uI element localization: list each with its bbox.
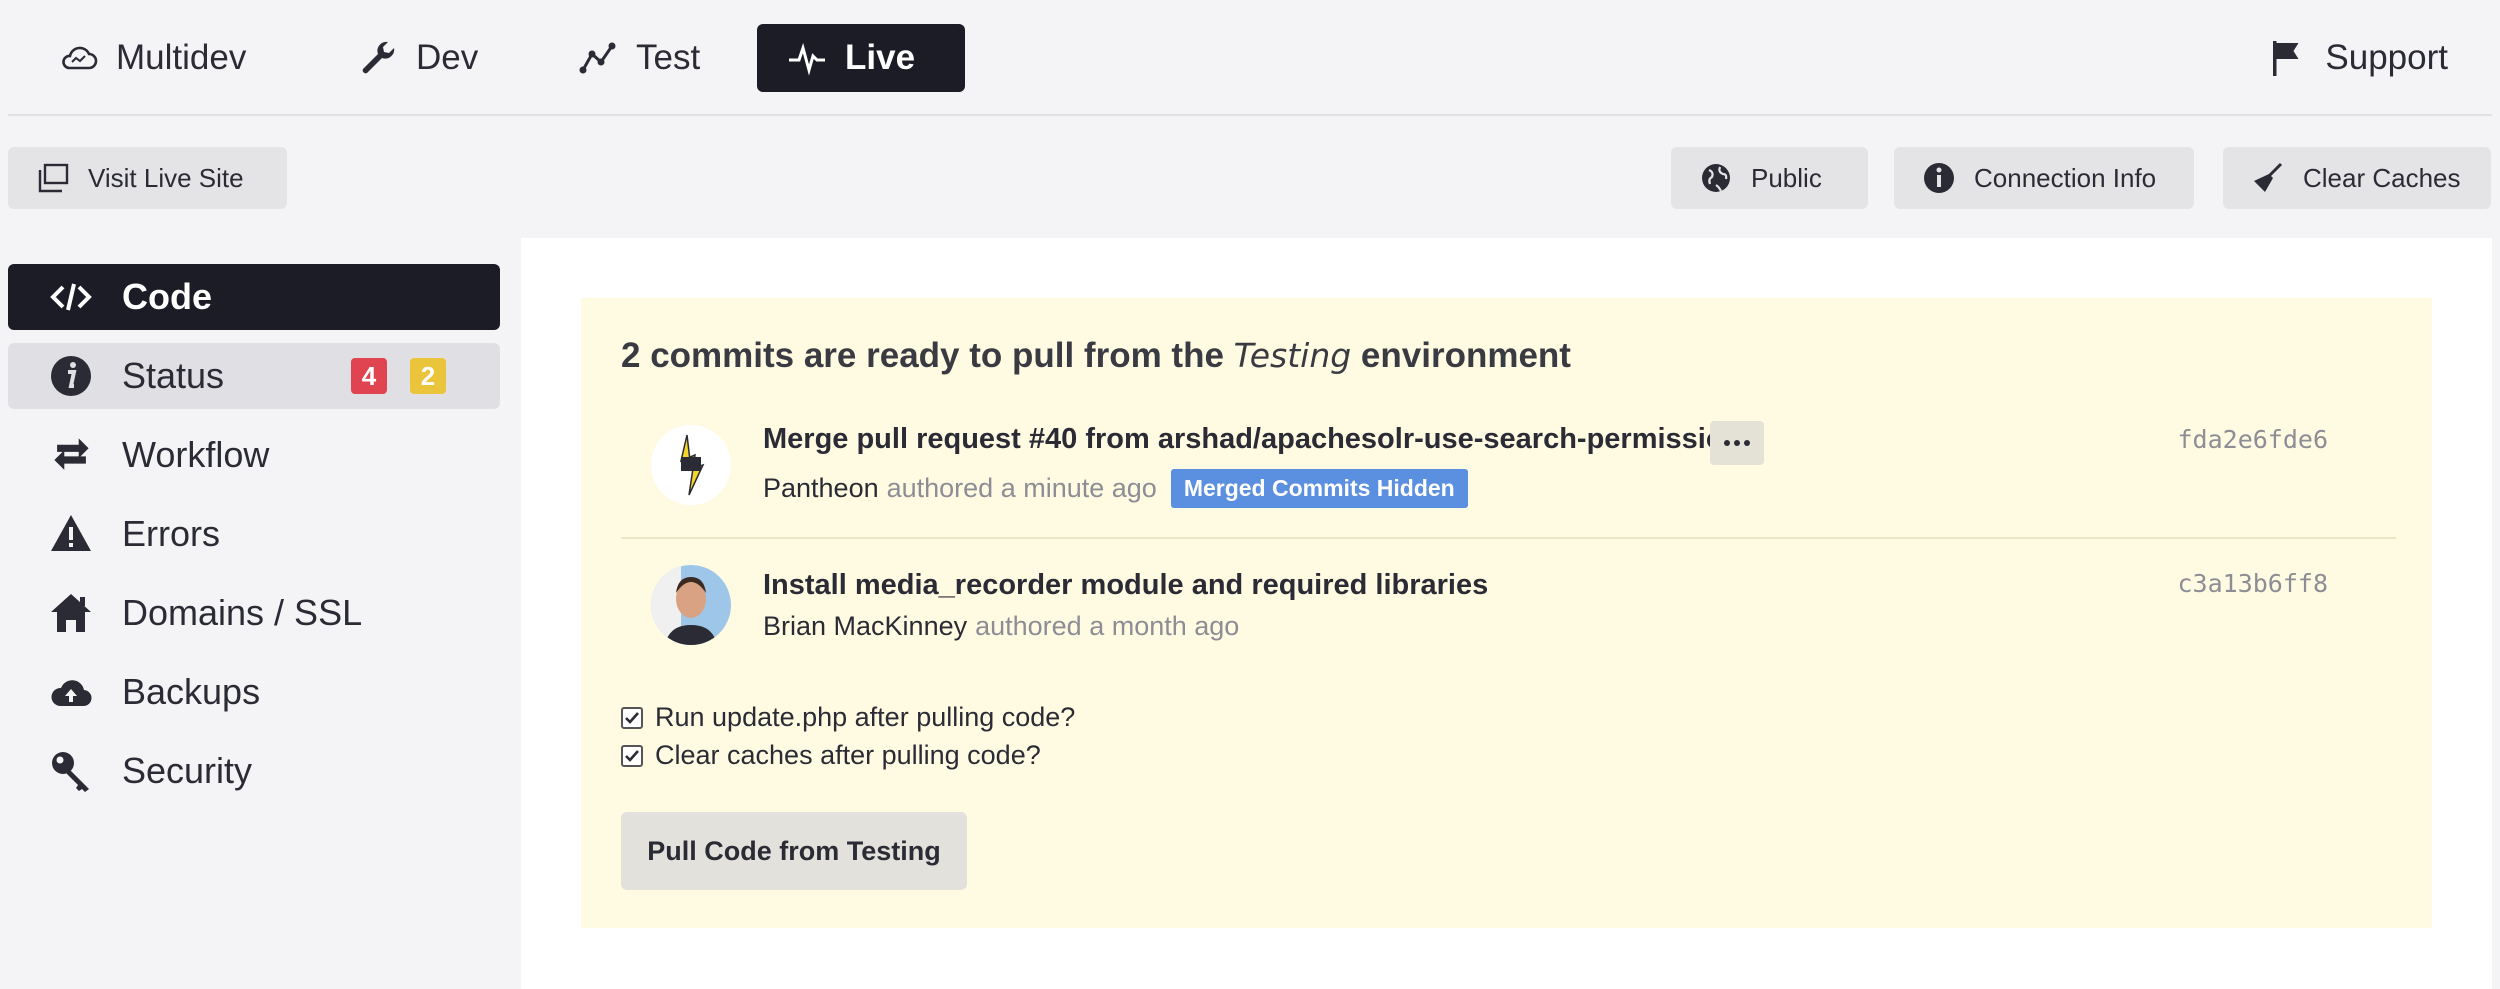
connection-info-button[interactable]: Connection Info <box>1894 147 2194 209</box>
more-options-button[interactable] <box>1710 421 1764 465</box>
run-update-php-label: Run update.php after pulling code? <box>655 702 1076 732</box>
sidebar-item-label: Security <box>122 750 253 791</box>
globe-icon <box>1702 164 1730 192</box>
public-button[interactable]: Public <box>1671 147 1868 209</box>
sidebar-item-label: Errors <box>122 513 220 554</box>
tab-live[interactable]: Live <box>757 24 965 92</box>
author-avatar <box>651 565 731 645</box>
pull-code-button[interactable]: Pull Code from Testing <box>621 812 967 890</box>
tab-test-label: Test <box>636 38 701 77</box>
pull-commits-notice: 2 commits are ready to pull from the Tes… <box>581 298 2432 928</box>
environment-name: Testing <box>1233 336 1352 375</box>
commit-author: Brian MacKinney <box>763 611 968 641</box>
commit-hash[interactable]: c3a13b6ff8 <box>2177 569 2328 598</box>
sidebar-item-workflow[interactable]: Workflow <box>8 422 500 488</box>
clear-caches-label: Clear caches after pulling code? <box>655 740 1041 770</box>
warning-count-badge: 2 <box>410 358 446 394</box>
line-graph-icon <box>579 42 616 74</box>
sidebar-item-label: Workflow <box>122 434 270 475</box>
commit-row: Install media_recorder module and requir… <box>621 555 2396 675</box>
heartbeat-icon <box>789 42 825 76</box>
tab-dev-label: Dev <box>416 38 479 77</box>
tab-dev[interactable]: Dev <box>328 24 508 92</box>
sidebar-item-status[interactable]: Status 4 2 <box>8 343 500 409</box>
support-link[interactable]: Support <box>2237 24 2478 92</box>
commit-meta: Pantheon authored a minute ago Merged Co… <box>763 469 1468 508</box>
commit-time: authored a minute ago <box>886 473 1157 503</box>
sidebar-item-label: Status <box>122 355 225 396</box>
sidebar-item-label: Backups <box>122 671 261 712</box>
error-count-badge: 4 <box>351 358 387 394</box>
warning-icon <box>48 511 94 557</box>
connection-info-label: Connection Info <box>1974 162 2157 193</box>
home-icon <box>48 590 94 636</box>
commit-author: Pantheon <box>763 473 879 503</box>
environment-tab-bar: Multidev Dev Test Live Support <box>8 0 2492 116</box>
commit-meta: Brian MacKinney authored a month ago <box>763 611 1239 642</box>
sidebar-item-label: Code <box>122 276 212 317</box>
clear-caches-button[interactable]: Clear Caches <box>2223 147 2491 209</box>
clear-caches-checkbox[interactable] <box>621 744 643 767</box>
sidebar-item-label: Domains / SSL <box>122 592 363 633</box>
notice-title: 2 commits are ready to pull from the Tes… <box>621 336 1571 375</box>
support-label: Support <box>2325 38 2448 77</box>
info-icon <box>1924 163 1954 193</box>
commit-time: authored a month ago <box>975 611 1240 641</box>
commit-hash[interactable]: fda2e6fde6 <box>2177 425 2328 454</box>
clear-caches-label: Clear Caches <box>2303 162 2461 193</box>
merged-commits-hidden-badge[interactable]: Merged Commits Hidden <box>1170 469 1468 508</box>
tab-multidev-label: Multidev <box>116 38 247 77</box>
public-label: Public <box>1751 162 1822 193</box>
commit-message[interactable]: Merge pull request #40 from arshad/apach… <box>763 423 1757 456</box>
checkmark-icon <box>625 749 639 762</box>
key-icon <box>48 748 94 794</box>
info-icon <box>48 353 94 399</box>
pantheon-avatar <box>651 425 731 505</box>
visit-live-site-label: Visit Live Site <box>88 162 244 193</box>
broom-icon <box>2254 162 2283 192</box>
cloud-upload-icon <box>48 669 94 715</box>
commit-row: Merge pull request #40 from arshad/apach… <box>621 415 2396 539</box>
tab-live-label: Live <box>845 38 916 77</box>
main-panel: 2 commits are ready to pull from the Tes… <box>521 238 2492 989</box>
cloud-icon <box>62 46 98 70</box>
checkmark-icon <box>625 711 639 724</box>
flag-icon <box>2273 41 2299 76</box>
clear-caches-option[interactable]: Clear caches after pulling code? <box>621 740 1041 771</box>
sidebar-item-backups[interactable]: Backups <box>8 659 500 725</box>
visit-live-site-button[interactable]: Visit Live Site <box>8 147 287 209</box>
code-icon <box>48 274 94 320</box>
sidebar-nav: Code Status 4 2 Workflow Errors Domains … <box>8 264 500 817</box>
sidebar-item-errors[interactable]: Errors <box>8 501 500 567</box>
run-update-php-checkbox[interactable] <box>621 706 643 729</box>
windows-icon <box>38 163 69 193</box>
sidebar-item-security[interactable]: Security <box>8 738 500 804</box>
tab-test[interactable]: Test <box>548 24 730 92</box>
run-update-php-option[interactable]: Run update.php after pulling code? <box>621 702 1075 733</box>
sidebar-item-code[interactable]: Code <box>8 264 500 330</box>
commit-message[interactable]: Install media_recorder module and requir… <box>763 569 1488 602</box>
wrench-icon <box>362 41 395 74</box>
sidebar-item-domains-ssl[interactable]: Domains / SSL <box>8 580 500 646</box>
exchange-icon <box>48 432 94 478</box>
tab-multidev[interactable]: Multidev <box>28 24 276 92</box>
